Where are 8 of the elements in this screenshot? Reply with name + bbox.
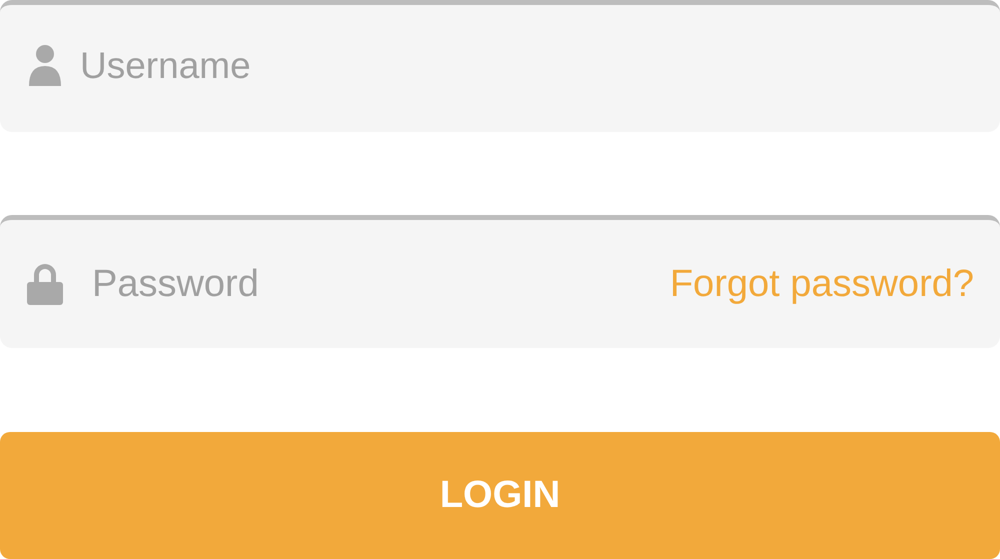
password-field[interactable]: Password Forgot password? [0, 215, 1000, 348]
forgot-password-link[interactable]: Forgot password? [670, 256, 974, 312]
lock-icon [25, 262, 65, 306]
username-field[interactable]: Username [0, 0, 1000, 132]
password-input[interactable]: Password [92, 256, 670, 312]
login-button[interactable]: LOGIN [0, 432, 1000, 559]
user-icon [27, 44, 63, 88]
username-input[interactable]: Username [80, 38, 680, 94]
